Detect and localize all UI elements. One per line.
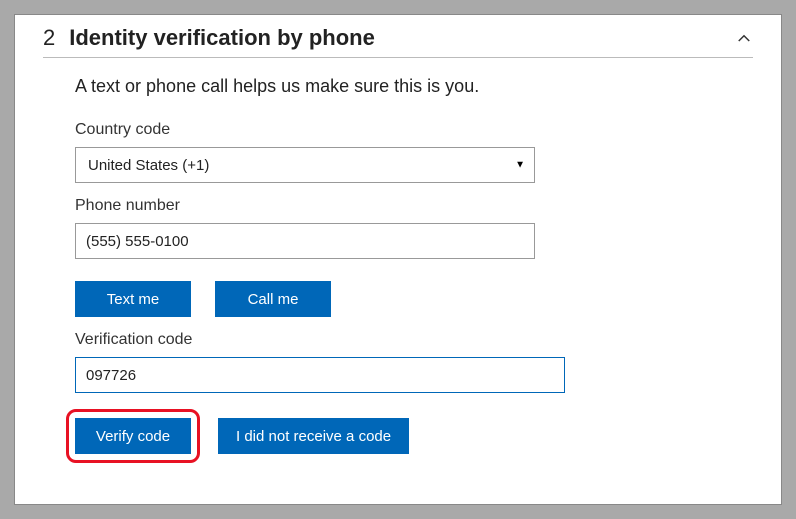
verify-code-button[interactable]: Verify code bbox=[75, 418, 191, 454]
step-number: 2 bbox=[43, 25, 55, 51]
phone-number-input[interactable] bbox=[75, 223, 535, 259]
verification-code-input[interactable] bbox=[75, 357, 565, 393]
highlight-annotation: Verify code bbox=[66, 409, 200, 463]
subtitle-text: A text or phone call helps us make sure … bbox=[75, 76, 753, 97]
call-me-button[interactable]: Call me bbox=[215, 281, 331, 317]
verification-code-label: Verification code bbox=[75, 331, 753, 349]
country-code-value: United States (+1) bbox=[88, 157, 209, 174]
phone-number-label: Phone number bbox=[75, 197, 753, 215]
panel-title: Identity verification by phone bbox=[69, 25, 375, 51]
country-code-select[interactable]: United States (+1) ▼ bbox=[75, 147, 535, 183]
panel-content: A text or phone call helps us make sure … bbox=[43, 58, 753, 463]
text-me-button[interactable]: Text me bbox=[75, 281, 191, 317]
panel-header: 2 Identity verification by phone bbox=[43, 25, 753, 58]
did-not-receive-code-button[interactable]: I did not receive a code bbox=[218, 418, 409, 454]
chevron-up-icon[interactable] bbox=[735, 29, 753, 52]
verification-panel: 2 Identity verification by phone A text … bbox=[14, 14, 782, 505]
country-code-label: Country code bbox=[75, 121, 753, 139]
